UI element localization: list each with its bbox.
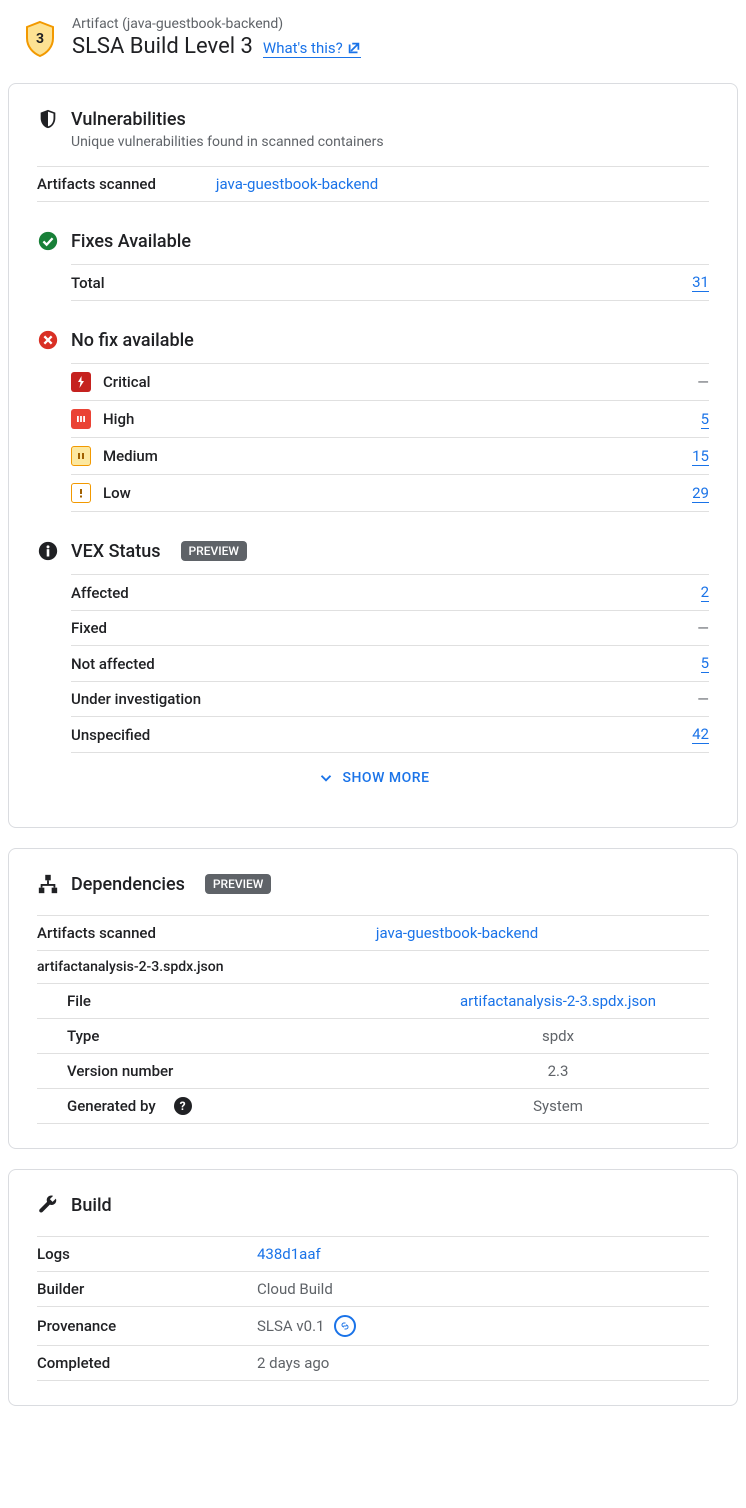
build-label: Provenance bbox=[37, 1317, 257, 1335]
severity-label: Low bbox=[103, 484, 131, 502]
vex-count[interactable]: 2 bbox=[701, 583, 709, 602]
vex-label: Not affected bbox=[71, 655, 155, 673]
vex-row: Unspecified 42 bbox=[71, 716, 709, 753]
medium-severity-icon bbox=[71, 446, 91, 466]
severity-label: Critical bbox=[103, 373, 150, 391]
preview-badge: PREVIEW bbox=[205, 874, 271, 894]
help-icon[interactable]: ? bbox=[174, 1097, 192, 1115]
vex-status-title: VEX Status bbox=[71, 541, 161, 562]
fixes-available-title: Fixes Available bbox=[71, 231, 191, 252]
dep-label: File bbox=[37, 992, 407, 1010]
dep-row: Type spdx bbox=[37, 1018, 709, 1053]
dep-label: Generated by? bbox=[37, 1097, 407, 1115]
severity-count[interactable]: 15 bbox=[692, 447, 709, 466]
link-icon[interactable] bbox=[334, 1315, 356, 1337]
low-severity-icon bbox=[71, 483, 91, 503]
dep-artifacts-link[interactable]: java-guestbook-backend bbox=[376, 924, 538, 942]
severity-count: — bbox=[697, 373, 709, 391]
whats-this-link[interactable]: What's this? bbox=[263, 39, 361, 58]
build-row: Logs438d1aaf bbox=[37, 1236, 709, 1271]
check-circle-icon bbox=[37, 230, 59, 252]
dep-row: Generated by? System bbox=[37, 1088, 709, 1124]
severity-row: Low 29 bbox=[71, 474, 709, 512]
dependencies-title: Dependencies bbox=[71, 874, 185, 895]
vex-count[interactable]: 5 bbox=[701, 654, 709, 673]
build-label: Logs bbox=[37, 1245, 257, 1263]
severity-label: High bbox=[103, 410, 134, 428]
artifacts-scanned-label: Artifacts scanned bbox=[37, 175, 156, 193]
svg-text:3: 3 bbox=[36, 31, 44, 47]
build-value[interactable]: 438d1aaf bbox=[257, 1245, 321, 1263]
vex-count: — bbox=[697, 690, 709, 708]
vex-count[interactable]: 42 bbox=[692, 725, 709, 744]
dep-label: Type bbox=[37, 1027, 407, 1045]
hierarchy-icon bbox=[37, 873, 59, 895]
severity-row: Critical — bbox=[71, 363, 709, 400]
total-value-link[interactable]: 31 bbox=[692, 273, 709, 292]
severity-row: High 5 bbox=[71, 400, 709, 437]
high-severity-icon bbox=[71, 409, 91, 429]
external-link-icon bbox=[347, 41, 361, 55]
dependencies-card: Dependencies PREVIEW Artifacts scanned j… bbox=[8, 848, 738, 1149]
build-card: Build Logs438d1aafBuilderCloud BuildProv… bbox=[8, 1169, 738, 1406]
shield-icon bbox=[37, 108, 59, 130]
severity-count[interactable]: 29 bbox=[692, 484, 709, 503]
vex-count: — bbox=[697, 619, 709, 637]
vex-label: Affected bbox=[71, 584, 129, 602]
wrench-icon bbox=[37, 1194, 59, 1216]
no-fix-title: No fix available bbox=[71, 330, 194, 351]
build-value: 2 days ago bbox=[257, 1354, 329, 1372]
page-title: SLSA Build Level 3 bbox=[72, 34, 253, 59]
critical-severity-icon bbox=[71, 372, 91, 392]
build-label: Builder bbox=[37, 1280, 257, 1298]
build-row: BuilderCloud Build bbox=[37, 1271, 709, 1306]
vulnerabilities-subtitle: Unique vulnerabilities found in scanned … bbox=[71, 134, 709, 150]
chevron-down-icon bbox=[317, 769, 335, 787]
show-more-button[interactable]: SHOW MORE bbox=[37, 753, 709, 795]
dep-value: spdx bbox=[542, 1027, 574, 1045]
vex-row: Affected 2 bbox=[71, 574, 709, 610]
dep-label: Version number bbox=[37, 1062, 407, 1080]
vex-label: Fixed bbox=[71, 619, 107, 637]
severity-label: Medium bbox=[103, 447, 158, 465]
dep-value: System bbox=[533, 1097, 583, 1115]
vex-row: Under investigation — bbox=[71, 681, 709, 716]
dep-value: 2.3 bbox=[548, 1062, 569, 1080]
dep-row: File artifactanalysis-2-3.spdx.json bbox=[37, 983, 709, 1018]
build-row: Completed2 days ago bbox=[37, 1345, 709, 1381]
vex-label: Under investigation bbox=[71, 690, 201, 708]
artifacts-scanned-link[interactable]: java-guestbook-backend bbox=[216, 175, 378, 193]
info-circle-icon bbox=[37, 540, 59, 562]
dep-file-header: artifactanalysis-2-3.spdx.json bbox=[37, 950, 709, 983]
artifact-label: Artifact (java-guestbook-backend) bbox=[72, 16, 361, 32]
vex-label: Unspecified bbox=[71, 726, 150, 744]
slsa-shield-icon: 3 bbox=[24, 20, 56, 58]
dep-row: Version number 2.3 bbox=[37, 1053, 709, 1088]
preview-badge: PREVIEW bbox=[181, 541, 247, 561]
vulnerabilities-title: Vulnerabilities bbox=[71, 109, 186, 130]
build-label: Completed bbox=[37, 1354, 257, 1372]
page-header: 3 Artifact (java-guestbook-backend) SLSA… bbox=[8, 8, 738, 83]
dep-value[interactable]: artifactanalysis-2-3.spdx.json bbox=[460, 992, 656, 1010]
build-title: Build bbox=[71, 1195, 112, 1216]
dep-artifacts-label: Artifacts scanned bbox=[37, 924, 156, 942]
build-row: ProvenanceSLSA v0.1 bbox=[37, 1306, 709, 1345]
vulnerabilities-card: Vulnerabilities Unique vulnerabilities f… bbox=[8, 83, 738, 828]
severity-count[interactable]: 5 bbox=[701, 410, 709, 429]
error-circle-icon bbox=[37, 329, 59, 351]
build-value: SLSA v0.1 bbox=[257, 1317, 324, 1335]
total-label: Total bbox=[71, 274, 105, 292]
build-value: Cloud Build bbox=[257, 1280, 333, 1298]
vex-row: Not affected 5 bbox=[71, 645, 709, 681]
vex-row: Fixed — bbox=[71, 610, 709, 645]
severity-row: Medium 15 bbox=[71, 437, 709, 474]
